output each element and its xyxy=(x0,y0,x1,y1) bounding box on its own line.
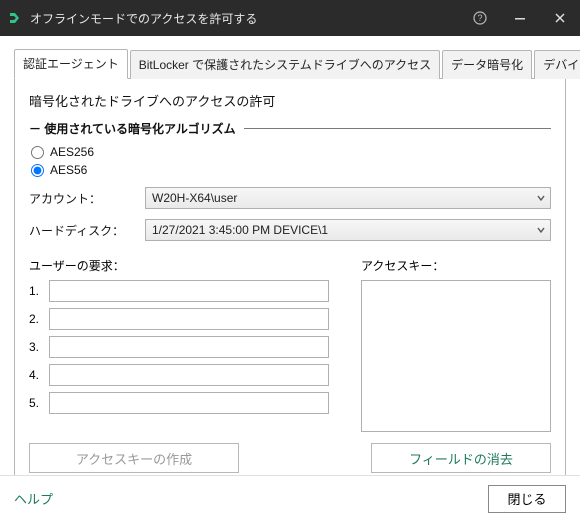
group-header-label: － 使用されている暗号化アルゴリズム xyxy=(29,120,236,137)
harddisk-value: 1/27/2021 3:45:00 PM DEVICE\1 xyxy=(152,223,328,237)
col-access-key: アクセスキー： xyxy=(361,257,551,437)
req-num-5: 5. xyxy=(29,396,49,410)
req-row-5: 5. xyxy=(29,392,329,414)
req-row-2: 2. xyxy=(29,308,329,330)
help-link[interactable]: ヘルプ xyxy=(14,489,53,508)
minimize-button[interactable] xyxy=(500,0,540,36)
tab-bitlocker[interactable]: BitLocker で保護されたシステムドライブへのアクセス xyxy=(130,50,440,79)
lower-columns: ユーザーの要求： 1. 2. 3. 4. 5. xyxy=(29,257,551,437)
req-row-1: 1. xyxy=(29,280,329,302)
radio-aes256-label: AES256 xyxy=(50,145,94,159)
svg-text:?: ? xyxy=(477,13,482,23)
title-bar: オフラインモードでのアクセスを許可する ? xyxy=(0,0,580,36)
req-row-4: 4. xyxy=(29,364,329,386)
row-account: アカウント： W20H-X64\user xyxy=(29,187,551,209)
chevron-down-icon xyxy=(536,193,546,203)
req-num-3: 3. xyxy=(29,340,49,354)
col-user-request: ユーザーの要求： 1. 2. 3. 4. 5. xyxy=(29,257,329,437)
user-request-label: ユーザーの要求： xyxy=(29,257,329,274)
close-window-button[interactable] xyxy=(540,0,580,36)
create-access-key-button[interactable]: アクセスキーの作成 xyxy=(29,443,239,473)
clear-fields-button[interactable]: フィールドの消去 xyxy=(371,443,551,473)
harddisk-select[interactable]: 1/27/2021 3:45:00 PM DEVICE\1 xyxy=(145,219,551,241)
window-title: オフラインモードでのアクセスを許可する xyxy=(28,10,460,27)
help-button[interactable]: ? xyxy=(460,0,500,36)
close-button[interactable]: 閉じる xyxy=(488,485,566,513)
radio-aes56-label: AES56 xyxy=(50,163,87,177)
group-header: － 使用されている暗号化アルゴリズム xyxy=(29,120,551,137)
account-label: アカウント： xyxy=(29,190,145,207)
footer: ヘルプ 閉じる xyxy=(0,475,580,521)
req-num-4: 4. xyxy=(29,368,49,382)
req-input-3[interactable] xyxy=(49,336,329,358)
app-logo-icon xyxy=(0,11,28,25)
radio-aes56[interactable]: AES56 xyxy=(31,163,551,177)
radio-aes256[interactable]: AES256 xyxy=(31,145,551,159)
action-row: アクセスキーの作成 フィールドの消去 xyxy=(29,443,551,473)
req-num-1: 1. xyxy=(29,284,49,298)
group-header-line xyxy=(244,128,551,129)
account-select[interactable]: W20H-X64\user xyxy=(145,187,551,209)
req-input-5[interactable] xyxy=(49,392,329,414)
req-input-1[interactable] xyxy=(49,280,329,302)
req-row-3: 3. xyxy=(29,336,329,358)
req-num-2: 2. xyxy=(29,312,49,326)
req-input-2[interactable] xyxy=(49,308,329,330)
chevron-down-icon xyxy=(536,225,546,235)
tab-bar: 認証エージェント BitLocker で保護されたシステムドライブへのアクセス … xyxy=(14,48,566,79)
tab-device-control[interactable]: デバイスコントロール xyxy=(534,50,580,79)
tab-data-encryption[interactable]: データ暗号化 xyxy=(442,50,532,79)
radio-aes56-input[interactable] xyxy=(31,164,44,177)
harddisk-label: ハードディスク： xyxy=(29,222,145,239)
client-area: 認証エージェント BitLocker で保護されたシステムドライブへのアクセス … xyxy=(0,36,580,475)
access-key-textarea[interactable] xyxy=(361,280,551,432)
access-key-label: アクセスキー： xyxy=(361,257,551,274)
row-harddisk: ハードディスク： 1/27/2021 3:45:00 PM DEVICE\1 xyxy=(29,219,551,241)
req-input-4[interactable] xyxy=(49,364,329,386)
radio-aes256-input[interactable] xyxy=(31,146,44,159)
section-title: 暗号化されたドライブへのアクセスの許可 xyxy=(29,91,551,110)
account-value: W20H-X64\user xyxy=(152,191,237,205)
tab-auth-agent[interactable]: 認証エージェント xyxy=(14,49,128,79)
tab-panel: 暗号化されたドライブへのアクセスの許可 － 使用されている暗号化アルゴリズム A… xyxy=(14,79,566,488)
